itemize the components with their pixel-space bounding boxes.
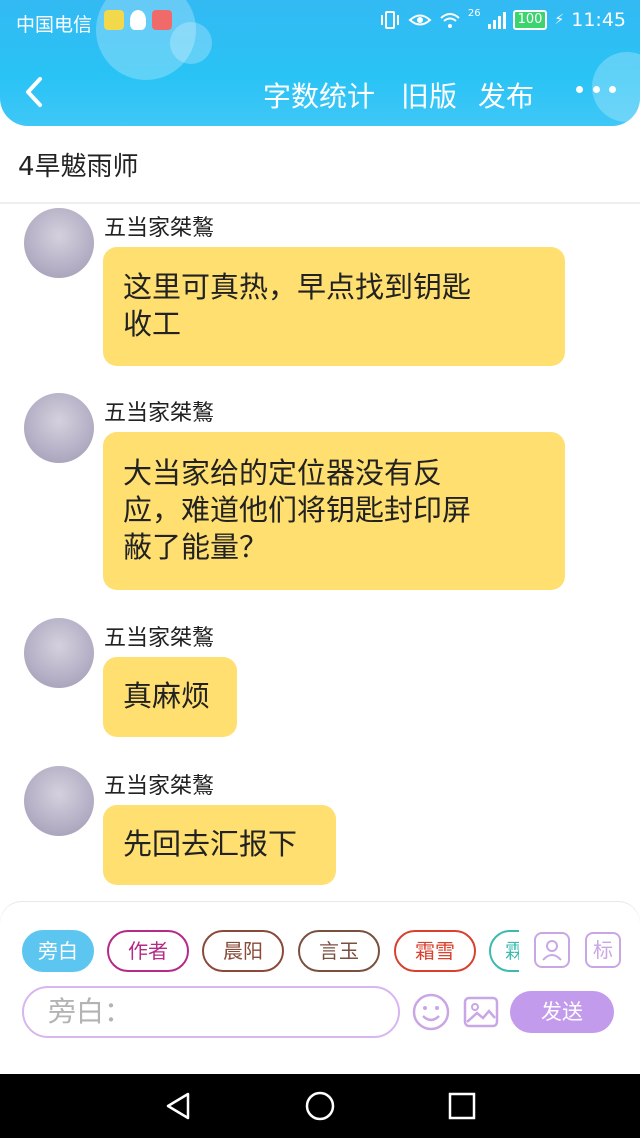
message-input[interactable]: 旁白： [22,986,400,1038]
mark-button[interactable]: 标 [585,932,621,968]
nav-bar: 字数统计 旧版 发布 [0,60,640,126]
avatar[interactable] [24,393,94,463]
role-chip-author[interactable]: 作者 [107,930,189,972]
mail-notification-icon [152,10,172,30]
qq-notification-icon [130,10,146,30]
chapter-title[interactable]: 4旱魃雨师 [18,146,139,183]
carrier-name: 中国电信 [16,14,93,36]
network-type: 26 [467,7,481,19]
message-line: 先回去汇报下 [123,827,298,861]
message-bubble[interactable]: 先回去汇报下 [103,805,336,885]
role-chip-narration[interactable]: 旁白 [22,930,94,972]
message-bubble[interactable]: 真麻烦 [103,657,237,737]
system-nav-bar [0,1074,640,1138]
back-triangle-icon[interactable] [162,1090,194,1122]
app-notification-icon [104,10,124,30]
role-chip-clip: 霖 [489,930,519,972]
avatar[interactable] [24,766,94,836]
message-line: 应，难道他们将钥匙封印屏 [123,493,472,527]
message-line: 大当家给的定位器没有反 [123,456,443,490]
message-line: 收工 [123,307,182,341]
eye-icon [408,14,432,26]
message-line: 蔽了能量？ [123,530,269,564]
word-count-button[interactable]: 字数统计 [263,75,375,115]
message-line: 真麻烦 [123,679,211,713]
vibrate-icon [380,11,399,29]
role-chip-chenyang[interactable]: 晨阳 [202,930,284,972]
role-chip-shuangxue[interactable]: 霜雪 [394,930,476,972]
app-header: 中国电信 26 100 ⚡ 11:45 字数统计 旧版 发布 [0,0,640,126]
home-circle-icon[interactable] [304,1090,336,1122]
recents-square-icon[interactable] [446,1090,478,1122]
sender-name: 五当家桀鷔 [104,216,215,241]
sender-name: 五当家桀鷔 [104,774,215,799]
wifi-icon [440,13,460,28]
back-button[interactable] [18,72,50,112]
character-icon[interactable] [534,932,570,968]
smiley-icon[interactable] [411,992,451,1032]
role-chip-yanyu[interactable]: 言玉 [298,930,380,972]
battery-level: 100 [512,10,548,30]
notification-icons [104,10,172,30]
send-button[interactable]: 发送 [510,991,614,1033]
sender-name: 五当家桀鷔 [104,401,215,426]
person-card-icon [542,940,562,961]
message-bubble[interactable]: 大当家给的定位器没有反 应，难道他们将钥匙封印屏 蔽了能量？ [103,432,565,590]
old-version-button[interactable]: 旧版 [401,75,457,115]
publish-button[interactable]: 发布 [478,75,534,115]
role-chip-lin[interactable]: 霖 [489,930,519,972]
divider [0,202,640,204]
status-right: 26 100 ⚡ 11:45 [379,7,626,31]
signal-icon [487,11,506,29]
chevron-left-icon [26,77,42,107]
avatar[interactable] [24,618,94,688]
status-bar: 中国电信 26 100 ⚡ 11:45 [0,0,640,44]
sender-name: 五当家桀鷔 [104,626,215,651]
message-line: 这里可真热，早点找到钥匙 [123,270,472,304]
image-icon[interactable] [461,992,501,1032]
more-dots-icon[interactable] [576,74,616,104]
charging-icon: ⚡ [554,12,565,28]
message-bubble[interactable]: 这里可真热，早点找到钥匙 收工 [103,247,565,366]
clock: 11:45 [571,9,626,31]
avatar[interactable] [24,208,94,278]
